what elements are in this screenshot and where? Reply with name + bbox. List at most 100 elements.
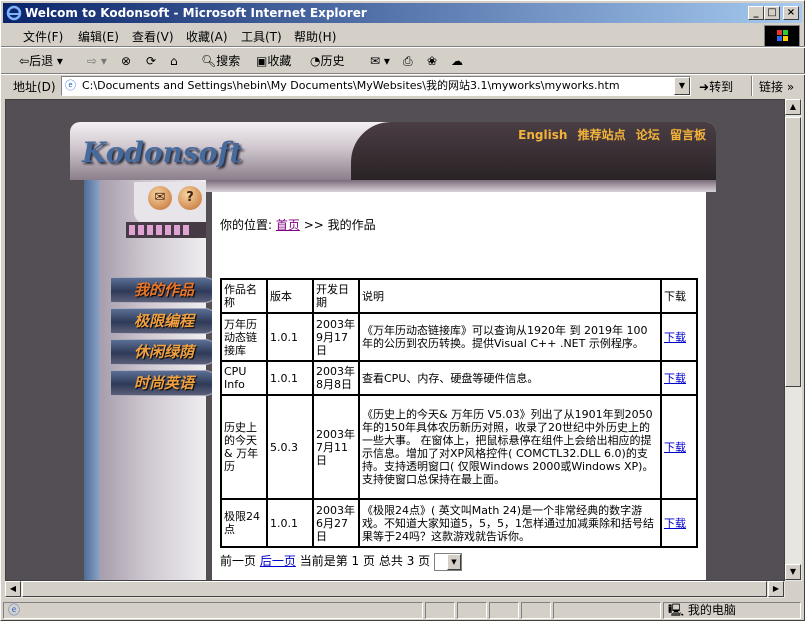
cell-desc: 《极限24点》( 英文叫Math 24)是一个非常经典的数字游戏。不知道大家知道… [358,498,662,548]
discuss-button[interactable]: ☁ [451,52,463,70]
cell-name: 万年历动态链接库 [220,312,268,362]
header-desc: 说明 [358,278,662,314]
scroll-up-button[interactable]: ▲ [785,99,801,115]
status-panel-3 [489,602,519,619]
home-icon: ⌂ [170,54,178,68]
address-bar: 地址(D) ⓔ C:\Documents and Settings\hebin\… [3,75,803,97]
menu-edit[interactable]: 编辑(E) [78,28,119,45]
page-select-arrow-icon: ▼ [447,553,461,570]
pager-current-prefix: 当前是第 [299,554,348,568]
forward-arrow-icon: ⇨ ▾ [87,54,107,68]
nav-fashion-english[interactable]: 时尚英语 [110,370,218,396]
menu-view[interactable]: 查看(V) [132,28,174,45]
address-url: C:\Documents and Settings\hebin\My Docum… [82,79,620,92]
breadcrumb-separator: >> [303,218,324,232]
table-row: 历史上的今天& 万年历 5.0.3 2003年7月11日 《历史上的今天& 万年… [220,394,698,500]
cell-download: 下载 [660,360,698,396]
address-input[interactable]: ⓔ C:\Documents and Settings\hebin\My Doc… [61,76,691,96]
favorites-icon: ▣ [256,54,268,68]
vertical-scrollbar[interactable]: ▲ ▼ [785,99,802,581]
address-dropdown-button[interactable]: ▼ [674,77,690,95]
go-label: 转到 [709,80,734,94]
level-bar [126,222,206,238]
cell-version: 5.0.3 [266,394,314,500]
mail-icon: ✉ ▾ [370,54,390,68]
computer-icon: 🖳 [668,603,685,617]
download-link[interactable]: 下载 [664,441,686,454]
search-button[interactable]: 🔍︎搜索 [201,52,240,70]
close-button[interactable]: × [783,6,799,20]
links-button[interactable]: 链接 » [759,78,794,95]
link-recommended[interactable]: 推荐站点 [578,128,626,142]
horizontal-scroll-thumb[interactable] [22,581,767,597]
stop-button[interactable]: ⊗ [121,52,131,70]
nav-leisure[interactable]: 休闲绿荫 [110,339,218,365]
title-bar: Welcom to Kodonsoft - Microsoft Internet… [3,3,802,23]
minimize-button[interactable]: _ [748,6,764,20]
stop-icon: ⊗ [121,54,132,68]
pager-total-pages: 3 [406,554,415,568]
link-guestbook[interactable]: 留言板 [670,128,706,142]
favorites-button[interactable]: ▣收藏 [256,52,291,70]
status-panel-1 [425,602,455,619]
messenger-button[interactable]: ❀ [427,52,437,70]
link-forum[interactable]: 论坛 [636,128,660,142]
page-icon: ⓔ [65,79,76,92]
download-link[interactable]: 下载 [664,331,686,344]
nav-extreme-programming[interactable]: 极限编程 [110,308,218,334]
cell-version: 1.0.1 [266,360,314,396]
address-label: 地址(D) [13,80,56,94]
top-links: English 推荐站点 论坛 留言板 [512,126,706,143]
breadcrumb-home-link[interactable]: 首页 [276,218,300,232]
history-button[interactable]: ◔历史 [310,52,345,70]
toolbar: ⇦后退 ▾ ⇨ ▾ ⊗ ⟳ ⌂ 🔍︎搜索 ▣收藏 ◔历史 ✉ ▾ ⎙ ❀ ☁ [3,48,803,74]
download-link[interactable]: 下载 [664,517,686,530]
messenger-icon: ❀ [427,54,438,68]
header-download: 下载 [660,278,698,314]
refresh-icon: ⟳ [146,54,157,68]
forward-button[interactable]: ⇨ ▾ [87,52,107,70]
horizontal-scrollbar[interactable]: ◀ ▶ [5,581,785,598]
status-zone-label: 我的电脑 [687,603,736,617]
cell-desc: 《万年历动态链接库》可以查询从1920年 到 2019年 100 年的公历到农历… [358,312,662,362]
menu-file[interactable]: 文件(F) [23,28,63,45]
status-panel-4 [521,602,551,619]
pager-next-link[interactable]: 后一页 [260,554,296,568]
vertical-scroll-thumb[interactable] [785,117,801,387]
refresh-button[interactable]: ⟳ [146,52,156,70]
menu-favorites[interactable]: 收藏(A) [186,28,228,45]
header-version: 版本 [266,278,314,314]
mail-button[interactable]: ✉ ▾ [370,52,390,70]
maximize-button[interactable]: □ [764,6,780,20]
status-panel-2 [457,602,487,619]
print-button[interactable]: ⎙ [403,52,413,70]
cell-date: 2003年6月27日 [312,498,360,548]
home-button[interactable]: ⌂ [170,52,178,70]
main-content: 你的位置: 首页 >> 我的作品 作品名称 版本 开发日期 说明 下载 万年历动… [212,192,706,580]
pager-total-prefix: 总共 [378,554,403,568]
mail-icon[interactable]: ✉ [148,186,172,210]
cell-name: 历史上的今天& 万年历 [220,394,268,500]
menu-help[interactable]: 帮助(H) [294,28,336,45]
cell-date: 2003年8月8日 [312,360,360,396]
status-page-icon: ⓔ [8,603,21,617]
go-button[interactable]: ➜转到 [699,78,733,95]
works-table: 作品名称 版本 开发日期 说明 下载 万年历动态链接库 1.0.1 2003年9… [220,278,698,548]
browser-window: Welcom to Kodonsoft - Microsoft Internet… [0,0,805,621]
back-button[interactable]: ⇦后退 ▾ [19,52,63,70]
breadcrumb-prefix: 你的位置: [220,218,273,232]
help-icon[interactable]: ? [178,186,202,210]
discuss-icon: ☁ [451,54,463,68]
go-arrow-icon: ➜ [699,80,710,94]
menu-tools[interactable]: 工具(T) [241,28,282,45]
download-link[interactable]: 下载 [664,372,686,385]
back-arrow-icon: ⇦ [19,54,30,68]
scroll-right-button[interactable]: ▶ [768,581,784,597]
pager-page-word-2: 页 [418,554,431,568]
scroll-left-button[interactable]: ◀ [5,581,21,597]
nav-my-works[interactable]: 我的作品 [110,277,218,303]
address-divider [751,76,753,96]
page-select[interactable]: ▼ [434,552,462,571]
scroll-down-button[interactable]: ▼ [785,564,801,580]
link-english[interactable]: English [518,128,567,142]
